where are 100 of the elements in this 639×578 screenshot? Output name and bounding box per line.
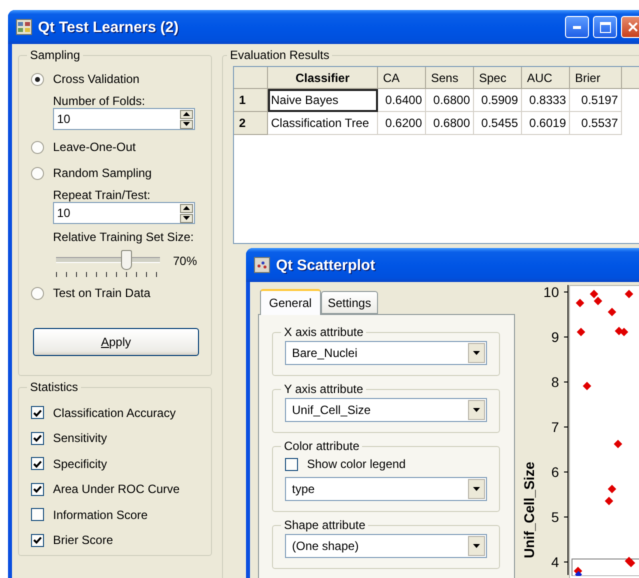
row-header[interactable]: 2: [234, 112, 268, 135]
tick-label: 6: [550, 464, 559, 480]
group-title: Y axis attribute: [283, 382, 364, 396]
increment-button[interactable]: [180, 204, 193, 212]
dropdown[interactable]: Bare_Nuclei: [285, 341, 487, 365]
up-arrow-icon: [183, 206, 190, 210]
checkbox-option[interactable]: Area Under ROC Curve: [31, 476, 203, 502]
down-arrow-icon: [473, 408, 480, 412]
dropdown-arrow-button[interactable]: [468, 536, 485, 556]
window-title: Qt Scatterplot: [276, 256, 376, 274]
apply-button[interactable]: Apply: [33, 328, 199, 356]
table-cell: 0.5197: [570, 89, 622, 112]
dropdown-arrow-button[interactable]: [468, 343, 485, 363]
maximize-button[interactable]: [593, 16, 617, 38]
checkbox[interactable]: [31, 482, 44, 496]
checkmark-icon: [33, 408, 42, 417]
minimize-icon: [573, 26, 581, 28]
table-cell: 0.6400: [378, 89, 426, 112]
tick-label: 8: [550, 374, 559, 390]
checkmark-icon: [33, 460, 42, 468]
checkbox[interactable]: [31, 457, 44, 470]
up-arrow-icon: [183, 112, 190, 116]
spin-field[interactable]: 10: [53, 202, 195, 224]
table-cell: Classification Tree: [268, 112, 378, 135]
table-cell: 0.6800: [426, 89, 474, 112]
radio-button[interactable]: [31, 166, 44, 180]
minimize-button[interactable]: [565, 16, 589, 38]
radio-button[interactable]: [31, 72, 44, 86]
group-title: Statistics: [29, 380, 80, 394]
down-arrow-icon: [473, 487, 480, 491]
tab[interactable]: Settings: [320, 291, 378, 314]
column-header[interactable]: Classifier: [268, 67, 378, 89]
tick-label: 7: [550, 419, 559, 435]
dropdown-arrow-button[interactable]: [468, 400, 485, 420]
radio-option[interactable]: Cross Validation: [31, 66, 203, 92]
slider-label: Relative Training Set Size:: [53, 230, 195, 244]
group-title: Color attribute: [283, 439, 360, 453]
axis-title: Unif_Cell_Size: [521, 460, 537, 560]
checkmark-icon: [33, 434, 42, 442]
row-header[interactable]: 1: [234, 89, 268, 112]
column-header[interactable]: Spec: [474, 67, 522, 89]
slider-thumb[interactable]: [121, 250, 132, 270]
checkbox-option[interactable]: Show color legend: [285, 453, 487, 475]
radio-option[interactable]: Test on Train Data: [31, 280, 203, 306]
radio-option[interactable]: Random Sampling: [31, 160, 203, 186]
close-icon: [628, 22, 638, 32]
tick-label: 4: [550, 554, 559, 570]
dropdown[interactable]: (One shape): [285, 534, 487, 558]
dropdown[interactable]: type: [285, 477, 487, 501]
checkbox-option[interactable]: Information Score: [31, 502, 203, 528]
checkbox[interactable]: [31, 432, 44, 445]
dropdown-arrow-button[interactable]: [468, 479, 485, 499]
table-cell: 0.5537: [570, 112, 622, 135]
column-header[interactable]: CA: [378, 67, 426, 89]
decrement-button[interactable]: [180, 214, 193, 222]
checkbox[interactable]: [31, 534, 44, 547]
radio-option[interactable]: Leave-One-Out: [31, 134, 203, 160]
radio-button[interactable]: [31, 140, 44, 154]
checkbox[interactable]: [31, 508, 44, 522]
table-cell: 0.6800: [426, 112, 474, 135]
slider-track[interactable]: [53, 250, 163, 278]
dropdown[interactable]: Unif_Cell_Size: [285, 398, 487, 422]
checkbox-option[interactable]: Specificity: [31, 451, 203, 476]
checkbox-option[interactable]: Brier Score: [31, 528, 203, 553]
down-arrow-icon: [473, 351, 480, 355]
group-title: Shape attribute: [283, 518, 366, 532]
down-arrow-icon: [183, 122, 190, 126]
spin-field[interactable]: 10: [53, 108, 195, 130]
column-header[interactable]: AUC: [522, 67, 570, 89]
table-cell: 0.6019: [522, 112, 570, 135]
tick-label: 10: [542, 284, 559, 300]
field-label: Repeat Train/Test:: [53, 188, 152, 202]
down-arrow-icon: [473, 544, 480, 548]
checkbox[interactable]: [31, 406, 44, 420]
table-cell: Naive Bayes: [268, 89, 378, 112]
checkmark-icon: [33, 536, 42, 544]
table-cell: 0.8333: [522, 89, 570, 112]
maximize-icon: [600, 22, 610, 32]
table-cell: 0.5455: [474, 112, 522, 135]
tick-label: 9: [550, 329, 559, 345]
slider-value: 70%: [173, 254, 198, 268]
radio-button[interactable]: [31, 286, 44, 300]
tab[interactable]: General: [260, 289, 321, 315]
app-icon: [16, 19, 32, 35]
close-button[interactable]: [621, 16, 639, 38]
down-arrow-icon: [183, 216, 190, 220]
checkbox-option[interactable]: Classification Accuracy: [31, 400, 203, 426]
checkmark-icon: [33, 485, 42, 494]
table-cell: 0.6200: [378, 112, 426, 135]
group-title: Sampling: [29, 48, 82, 62]
column-header[interactable]: Sens: [426, 67, 474, 89]
scatterplot-icon: [254, 257, 270, 273]
column-header[interactable]: Brier: [570, 67, 622, 89]
decrement-button[interactable]: [180, 120, 193, 128]
field-label: Number of Folds:: [53, 94, 146, 108]
checkbox[interactable]: [285, 458, 298, 470]
checkbox-option[interactable]: Sensitivity: [31, 426, 203, 451]
group-title: X axis attribute: [283, 325, 364, 339]
increment-button[interactable]: [180, 110, 193, 118]
table-cell: 0.5909: [474, 89, 522, 112]
